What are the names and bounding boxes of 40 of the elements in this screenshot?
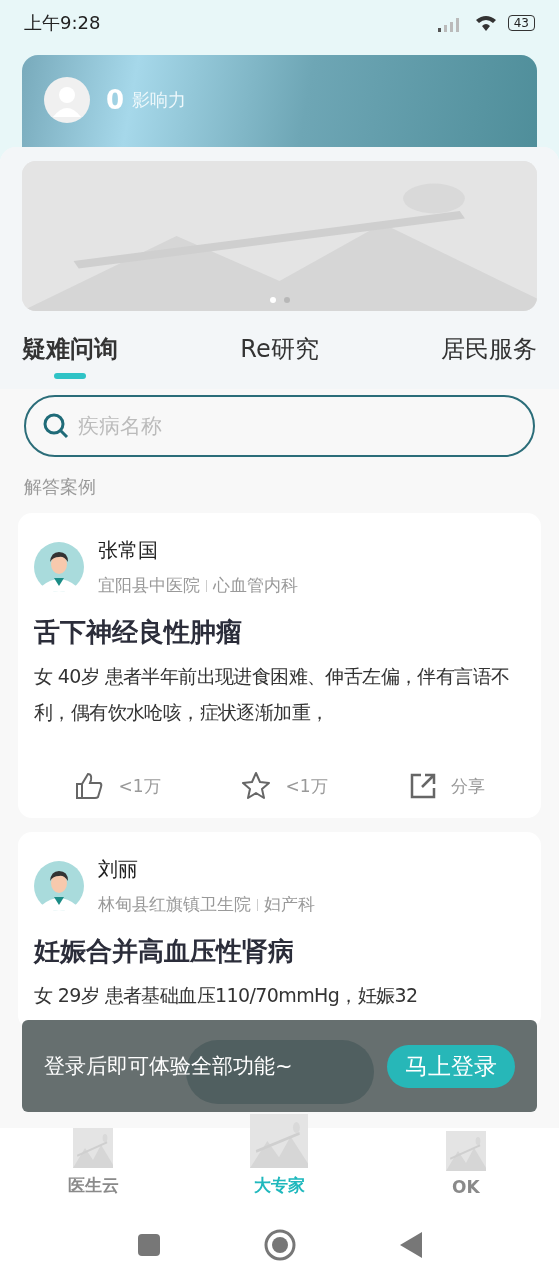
doctor-name: 刘丽 (98, 856, 139, 883)
toast-message: 登录后即可体验全部功能~ (44, 1053, 293, 1080)
carousel-dot[interactable] (269, 297, 276, 303)
back-icon[interactable] (399, 1232, 422, 1258)
case-description: 女 29岁 患者基础血压110/70mmHg，妊娠32 (34, 983, 419, 1008)
tab[interactable]: 疑难问询 (22, 333, 118, 389)
tab[interactable]: Re研究 (240, 333, 319, 389)
home-icon[interactable] (263, 1229, 296, 1261)
case-card[interactable]: 张常国 宜阳县中医院 心血管内科 舌下神经良性肿瘤 女 40岁 患者半年前出现进食困难、伸舌左偏，伴有言语不利，偶有饮水呛咳，症状逐渐加重， <1万 <1万 分享 (18, 513, 541, 818)
favorite-button[interactable]: <1万 (235, 770, 334, 802)
influence-score: 0 (106, 84, 125, 117)
share-button[interactable]: 分享 (402, 770, 491, 802)
thumbs-up-icon (74, 771, 105, 801)
department-name: 妇产科 (264, 893, 315, 916)
nav-item[interactable]: OK (405, 1130, 526, 1198)
search-input[interactable]: 疾病名称 (76, 413, 517, 439)
doctor-avatar-icon (34, 542, 84, 592)
search-field[interactable]: 疾病名称 (24, 395, 535, 457)
influence-label: 影响力 (132, 88, 187, 112)
status-time: 上午9:28 (24, 10, 101, 35)
share-icon (408, 772, 437, 800)
carousel-dot[interactable] (283, 297, 290, 303)
nav-item[interactable]: 医生云 (33, 1127, 154, 1198)
hospital-name: 宜阳县中医院 (98, 574, 200, 597)
doctor-avatar-icon (34, 861, 84, 911)
tab[interactable]: 居民服务 (441, 333, 537, 389)
doctor-name: 张常国 (98, 537, 159, 564)
battery-indicator: 43 (507, 14, 535, 31)
like-button[interactable]: <1万 (68, 770, 167, 802)
case-description: 女 40岁 患者半年前出现进食困难、伸舌左偏，伴有言语不利，偶有饮水呛咳，症状逐渐加重， (34, 664, 511, 725)
star-icon (241, 771, 272, 801)
case-title: 妊娠合并高血压性肾病 (34, 935, 295, 968)
case-title: 舌下神经良性肿瘤 (34, 616, 243, 649)
login-button[interactable]: 马上登录 (387, 1044, 515, 1088)
nav-item[interactable]: 大专家 (219, 1113, 340, 1198)
section-title: 解答案例 (24, 475, 97, 499)
recent-apps-icon[interactable] (137, 1234, 160, 1256)
hospital-name: 林甸县红旗镇卫生院 (98, 893, 251, 916)
search-icon (42, 412, 70, 440)
department-name: 心血管内科 (213, 574, 298, 597)
